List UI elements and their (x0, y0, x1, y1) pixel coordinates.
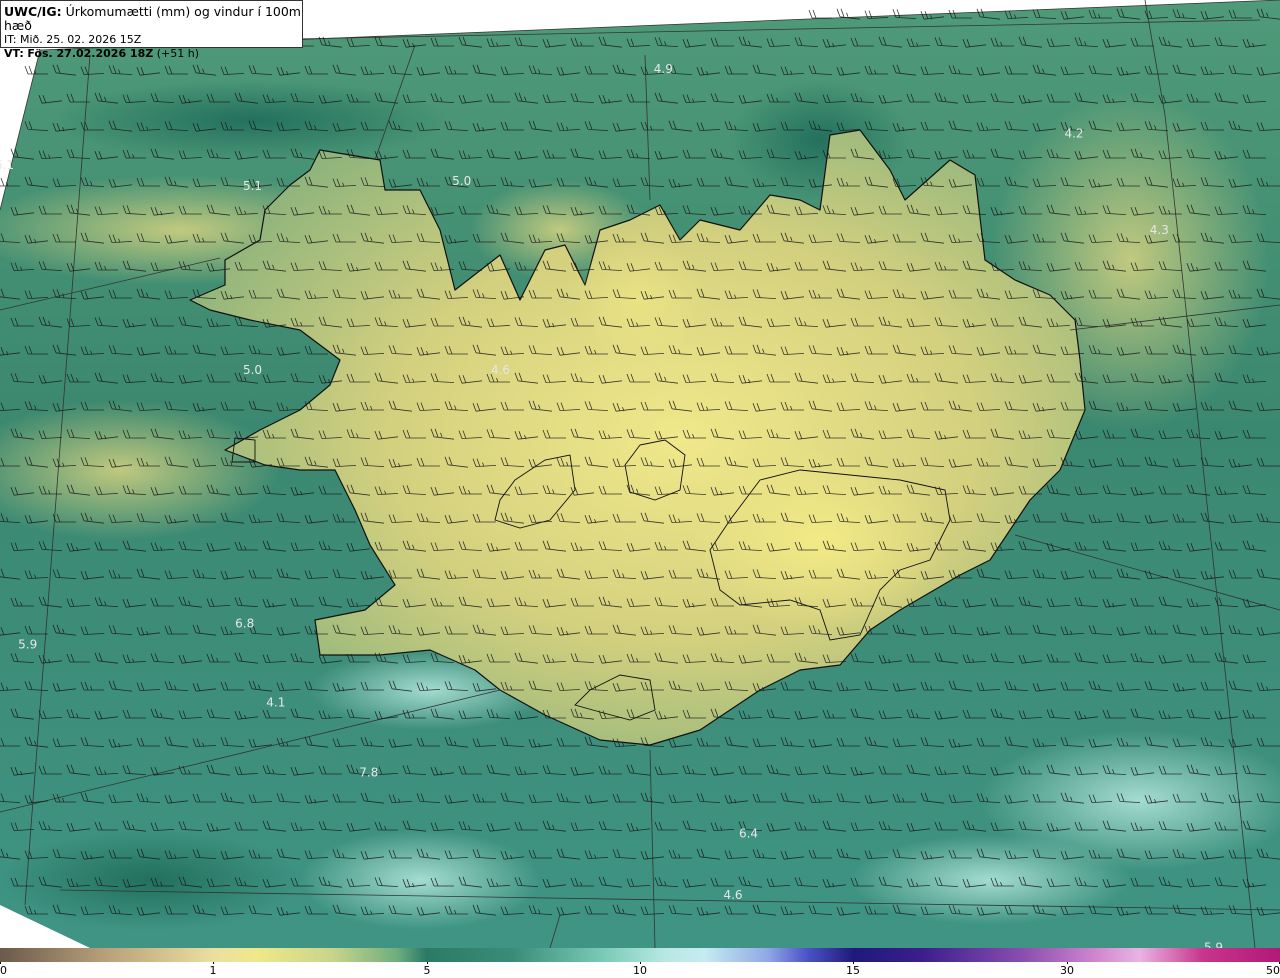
model-name: UWC/IG: (4, 4, 62, 19)
colorbar-tick-label: 50 (1266, 964, 1280, 977)
colorbar-strip (0, 948, 1280, 962)
map-header: UWC/IG: Úrkomumætti (mm) og vindur í 100… (0, 0, 303, 60)
colorbar-tick-mark (213, 962, 214, 964)
colorbar-tick-label: 0 (0, 964, 7, 977)
precip-max-southeast (690, 450, 950, 630)
precip-max-north (570, 240, 710, 360)
precip-max-label: 6.8 (235, 617, 254, 631)
colorbar: 0 1 5 10 15 30 50 (0, 948, 1280, 978)
precip-max-label: 4.3 (1150, 223, 1169, 237)
precip-max-label: 5.1 (243, 179, 262, 193)
colorbar-tick-label: 10 (633, 964, 647, 977)
colorbar-tick-mark (853, 962, 854, 964)
valid-label: VT: (4, 47, 24, 60)
precip-max-label: 4.6 (491, 363, 510, 377)
issue-time: IT: Mið. 25. 02. 2026 15Z (4, 33, 142, 46)
valid-time: Fös. 27.02.2026 18Z (27, 47, 154, 60)
colorbar-tick-mark (640, 962, 641, 964)
precip-max-label: 6.4 (739, 827, 758, 841)
precip-max-label: 4.6 (723, 888, 742, 902)
lead-time: (+51 h) (156, 47, 199, 60)
precip-max-label: 5.0 (243, 363, 262, 377)
precip-max-label: 4.1 (266, 695, 285, 709)
precip-max-label: 5.9 (18, 638, 37, 652)
colorbar-tick-label: 1 (209, 964, 217, 977)
precip-max-label: 4.2 (1064, 127, 1083, 141)
precip-max-label: 6.1 (0, 158, 14, 172)
colorbar-tick-mark (1067, 962, 1068, 964)
precip-max-label: 7.8 (359, 765, 378, 779)
colorbar-tick-label: 30 (1060, 964, 1074, 977)
colorbar-tick-label: 5 (423, 964, 431, 977)
precip-max-label: 5.9 (1204, 940, 1223, 948)
map-canvas[interactable]: 4.23.73.62.84.94.26.16.15.15.04.33.95.04… (0, 0, 1280, 948)
precip-max-label: 4.9 (654, 62, 673, 76)
colorbar-tick-mark (0, 962, 1, 964)
colorbar-tick-label: 15 (846, 964, 860, 977)
colorbar-tick-mark (427, 962, 428, 964)
precip-max-label: 5.0 (452, 174, 471, 188)
